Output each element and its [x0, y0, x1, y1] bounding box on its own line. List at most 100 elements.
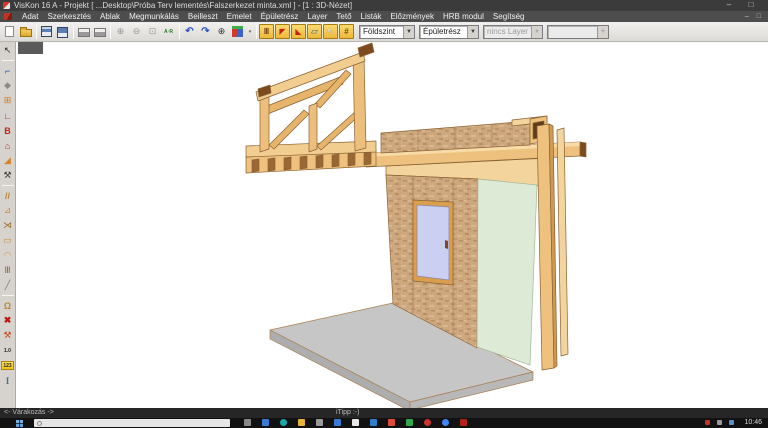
taskbar-app-icon[interactable] — [244, 419, 251, 426]
ruler-tool-button[interactable]: 123 — [1, 358, 15, 373]
menu-hrb-modul[interactable]: HRB modul — [443, 12, 484, 21]
toolbar-separator — [36, 25, 37, 39]
chevron-down-icon[interactable]: ▼ — [467, 26, 478, 38]
undo-button[interactable]: ↶ — [182, 24, 197, 39]
taskbar-clock[interactable]: 10:46 — [744, 419, 762, 426]
plane-tool-button[interactable]: ⊿ — [1, 203, 15, 218]
menu-ablak[interactable]: Ablak — [100, 12, 120, 21]
menu-emelet[interactable]: Emelet — [227, 12, 252, 21]
hammer-tool-button[interactable]: ⚒ — [1, 328, 15, 343]
corner-posts[interactable] — [537, 124, 568, 370]
building-part-select[interactable]: Épületrész ▼ — [419, 25, 479, 39]
select-mode-button[interactable]: ↖ — [323, 24, 338, 39]
line-tool-button[interactable]: ╱ — [1, 278, 15, 293]
mdi-corner — [18, 42, 43, 54]
building-part-select-value: Épületrész — [423, 27, 461, 36]
roof-tool-button[interactable]: ◢ — [1, 153, 15, 168]
open-button[interactable] — [18, 24, 33, 39]
arc-tool-button[interactable]: ◠ — [1, 248, 15, 263]
steel-tool-button[interactable]: I — [1, 373, 15, 388]
taskbar-app-icon[interactable] — [424, 419, 431, 426]
menu-segitseg[interactable]: Segítség — [493, 12, 525, 21]
undo-icon: ↶ — [185, 26, 193, 37]
studs-tool-button[interactable]: Ⅲ — [1, 263, 15, 278]
menu-teto[interactable]: Tető — [336, 12, 351, 21]
extra-select[interactable]: ▼ — [547, 25, 609, 39]
menu-szerkesztes[interactable]: Szerkesztés — [47, 12, 91, 21]
view-3d-button[interactable] — [230, 24, 245, 39]
taskbar-app-icon[interactable] — [388, 419, 395, 426]
roof-view-button[interactable]: ◤ — [275, 24, 290, 39]
taskbar-app-icon[interactable] — [280, 419, 287, 426]
marker-b-tool-button[interactable]: B — [1, 123, 15, 138]
maximize-button[interactable]: □ — [742, 0, 760, 11]
redo-icon: ↷ — [201, 26, 209, 37]
axe-tool-button[interactable]: ⚒ — [1, 168, 15, 183]
viewport-3d[interactable] — [16, 42, 768, 408]
print-setup-button[interactable] — [92, 24, 107, 39]
window[interactable] — [413, 200, 453, 285]
status-message: <- Várakozás -> — [4, 409, 54, 416]
solid-block-tool-button[interactable]: ◆ — [1, 78, 15, 93]
lock-tool-button[interactable]: Ω — [1, 298, 15, 313]
wall-pipe-tool-button[interactable]: ⌐ — [1, 63, 15, 78]
layer-select[interactable]: nincs Layer ▼ — [483, 25, 543, 39]
beam-tool-button[interactable]: ▭ — [1, 233, 15, 248]
menu-elozmenyek[interactable]: Előzmények — [390, 12, 434, 21]
frame-3d-button[interactable]: # — [339, 24, 354, 39]
redo-button[interactable]: ↷ — [198, 24, 213, 39]
taskbar-app-icon[interactable] — [298, 419, 305, 426]
new-file-button[interactable] — [2, 24, 17, 39]
mdi-window-controls[interactable]: ‒ □ — [745, 11, 764, 22]
zoom-out-button[interactable]: ⊖ — [129, 24, 144, 39]
toolbar-separator — [2, 60, 14, 61]
zoom-in-button[interactable]: ⊕ — [113, 24, 128, 39]
delete-tool-button[interactable]: ✖ — [1, 313, 15, 328]
center-view-button[interactable]: ⊕ — [214, 24, 229, 39]
corner-tool-button[interactable]: ∟ — [1, 108, 15, 123]
taskbar-app-icon[interactable] — [442, 419, 449, 426]
chevron-down-icon[interactable]: ▼ — [403, 26, 414, 38]
view-3d-more-button[interactable]: ▾ — [246, 24, 254, 39]
taskbar-app-icon[interactable] — [460, 419, 467, 426]
window-title: VisKon 16 A - Projekt [ ...Desktop\Próba… — [14, 0, 352, 11]
wall-view-button[interactable]: Ⅲ — [259, 24, 274, 39]
floor-select[interactable]: Földszint ▼ — [359, 25, 415, 39]
menubar: Adat Szerkesztés Ablak Megmunkálás Beill… — [0, 11, 768, 22]
planks-tool-button[interactable]: // — [1, 188, 15, 203]
taskbar-app-icon[interactable] — [352, 419, 359, 426]
section-view-button[interactable]: ◣ — [291, 24, 306, 39]
green-panel[interactable] — [477, 179, 537, 365]
cube-3d-icon — [232, 26, 243, 37]
zoom-scale-button[interactable]: A·R — [161, 24, 176, 39]
select-tool-button[interactable]: ↖ — [1, 43, 15, 58]
taskbar-app-icon[interactable] — [316, 419, 323, 426]
timber-joint-tool-button[interactable]: ⋊ — [1, 218, 15, 233]
tray-icon[interactable] — [717, 420, 722, 425]
taskbar-app-icon[interactable] — [406, 419, 413, 426]
menu-beilleszt[interactable]: Beilleszt — [188, 12, 218, 21]
menu-epuletresz[interactable]: Épületrész — [261, 12, 299, 21]
tray-icon[interactable] — [705, 420, 710, 425]
taskbar-search-input[interactable] — [34, 419, 230, 427]
scene-3d[interactable] — [16, 42, 768, 408]
roof-truss[interactable] — [246, 43, 376, 157]
start-button[interactable] — [16, 420, 23, 427]
zoom-window-button[interactable]: ⊡ — [145, 24, 160, 39]
taskbar-app-icon[interactable] — [370, 419, 377, 426]
menu-listak[interactable]: Listák — [361, 12, 382, 21]
menu-adat[interactable]: Adat — [22, 12, 38, 21]
menu-layer[interactable]: Layer — [307, 12, 327, 21]
save-as-button[interactable] — [55, 24, 70, 39]
tray-icon[interactable] — [729, 420, 734, 425]
house-tool-button[interactable]: ⌂ — [1, 138, 15, 153]
save-button[interactable] — [39, 24, 54, 39]
plane-view-button[interactable]: ▱ — [307, 24, 322, 39]
taskbar-app-icon[interactable] — [262, 419, 269, 426]
minimize-button[interactable]: – — [720, 0, 738, 11]
taskbar-app-icon[interactable] — [334, 419, 341, 426]
menu-megmunkalas[interactable]: Megmunkálás — [129, 12, 179, 21]
dimension-tool-button[interactable]: 1.0 — [1, 343, 15, 358]
window-tool-button[interactable]: ⊞ — [1, 93, 15, 108]
print-button[interactable] — [76, 24, 91, 39]
